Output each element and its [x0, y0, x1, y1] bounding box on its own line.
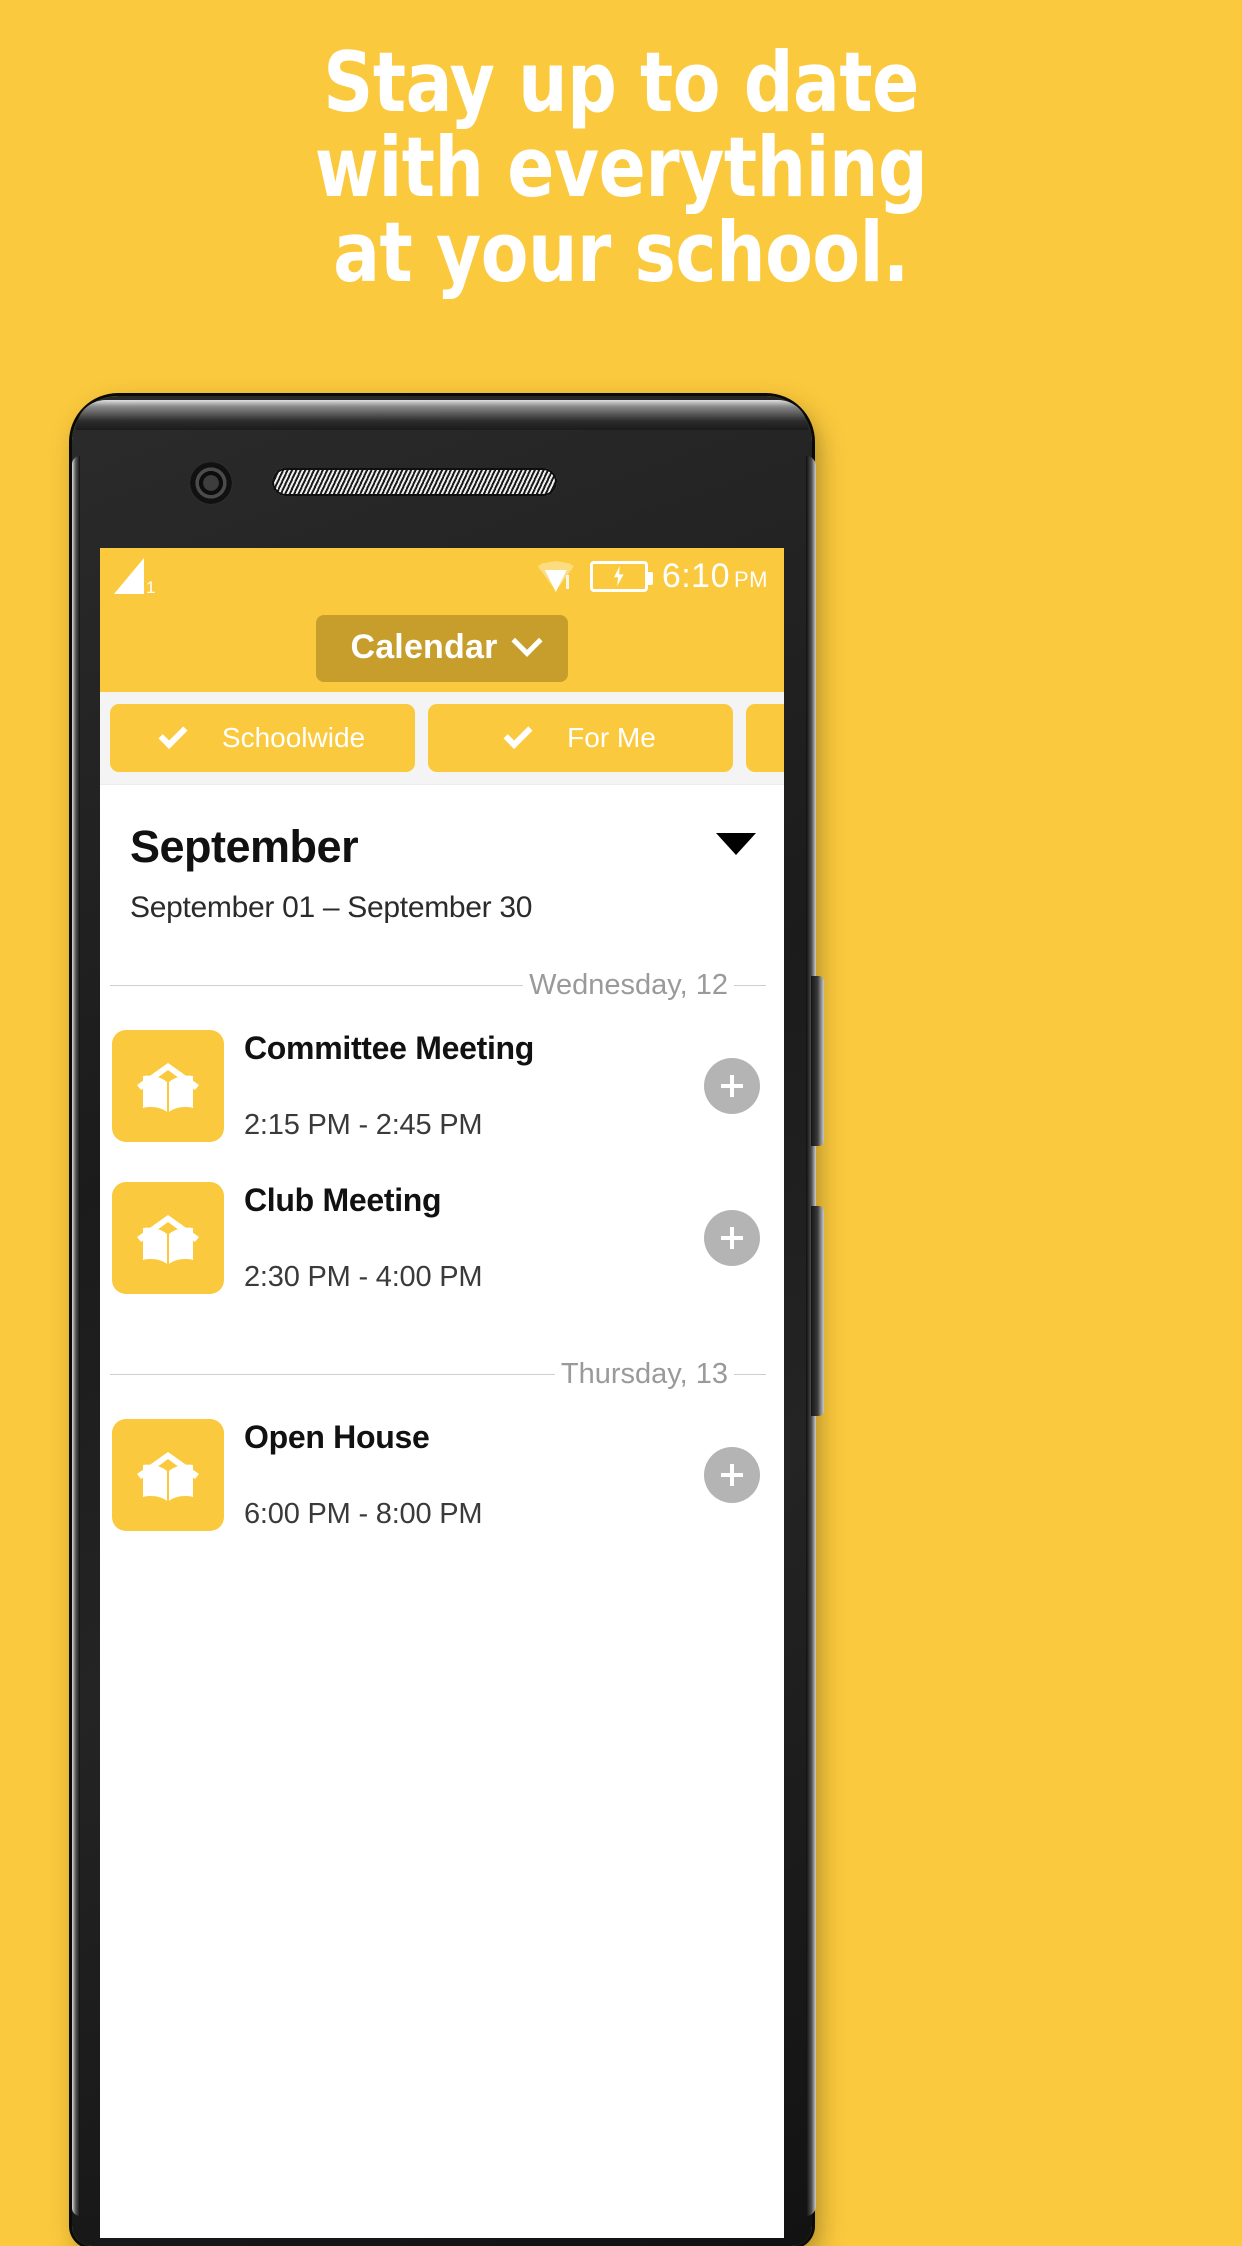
- page-title: September: [130, 821, 359, 872]
- marketing-headline: Stay up to date with everything at your …: [43, 40, 1198, 295]
- sim-slot-label: 1: [146, 578, 156, 597]
- month-date-range: September 01 – September 30: [130, 891, 533, 924]
- day-separator: Wednesday, 12: [110, 969, 766, 1002]
- phone-mockup: 1 6:10 PM Calendar Schoolwide For Me Sep…: [72, 396, 824, 2246]
- separator-line-left: [110, 1374, 555, 1375]
- school-book-icon: [112, 1419, 224, 1531]
- plus-icon[interactable]: [704, 1058, 760, 1114]
- day-separator-label: Wednesday, 12: [529, 969, 728, 1001]
- event-row[interactable]: Club Meeting 2:30 PM - 4:00 PM: [100, 1162, 784, 1314]
- school-book-icon: [112, 1030, 224, 1142]
- filter-chip-schoolwide[interactable]: Schoolwide: [110, 704, 415, 772]
- headline-line-2: with everything: [314, 119, 928, 216]
- event-title: Open House: [244, 1419, 430, 1455]
- charging-bolt-icon: [614, 566, 624, 586]
- headline-line-1: Stay up to date: [323, 34, 919, 131]
- wifi-icon: [536, 559, 576, 593]
- event-row[interactable]: Open House 6:00 PM - 8:00 PM: [100, 1399, 784, 1551]
- check-icon: [158, 719, 188, 749]
- separator-line-right: [734, 1374, 766, 1375]
- app-bar: Calendar: [100, 604, 784, 692]
- headline-line-3: at your school.: [333, 204, 909, 301]
- earpiece-speaker-icon: [272, 468, 557, 496]
- event-body: Open House 6:00 PM - 8:00 PM: [224, 1419, 704, 1531]
- day-separator: Thursday, 13: [110, 1358, 766, 1391]
- event-row[interactable]: Committee Meeting 2:15 PM - 2:45 PM: [100, 1010, 784, 1162]
- event-title: Committee Meeting: [244, 1030, 535, 1066]
- day-separator-label: Thursday, 13: [560, 1358, 728, 1390]
- triangle-down-icon[interactable]: [716, 833, 756, 855]
- calendar-dropdown-button[interactable]: Calendar: [316, 614, 568, 682]
- status-bar-left: 1: [114, 558, 156, 597]
- clock-ampm: PM: [734, 566, 768, 592]
- power-button[interactable]: [811, 1206, 824, 1416]
- separator-line-left: [110, 985, 524, 986]
- check-icon: [503, 719, 533, 749]
- wifi-core: [544, 570, 567, 592]
- phone-screen: 1 6:10 PM Calendar Schoolwide For Me Sep…: [100, 548, 784, 2238]
- phone-left-edge: [72, 456, 80, 2216]
- phone-top-bezel-highlight: [76, 400, 808, 430]
- event-body: Committee Meeting 2:15 PM - 2:45 PM: [224, 1030, 704, 1142]
- wifi-indicator-dot: [565, 575, 569, 589]
- filter-chip-label: Schoolwide: [221, 722, 366, 753]
- plus-icon[interactable]: [704, 1210, 760, 1266]
- filter-chip-label: For Me: [567, 722, 656, 753]
- filter-chip-row[interactable]: Schoolwide For Me: [100, 692, 784, 785]
- plus-icon[interactable]: [704, 1447, 760, 1503]
- event-time: 6:00 PM - 8:00 PM: [244, 1498, 483, 1530]
- month-header: September September 01 – September 30: [100, 785, 784, 925]
- filter-chip-overflow[interactable]: [746, 704, 784, 772]
- event-body: Club Meeting 2:30 PM - 4:00 PM: [224, 1182, 704, 1294]
- event-time: 2:15 PM - 2:45 PM: [244, 1109, 483, 1141]
- school-book-icon: [112, 1182, 224, 1294]
- volume-button[interactable]: [811, 976, 824, 1146]
- status-bar: 1 6:10 PM: [100, 548, 784, 604]
- cellular-signal-icon: [114, 558, 144, 594]
- status-bar-right: 6:10 PM: [536, 557, 768, 596]
- status-bar-clock: 6:10 PM: [662, 557, 768, 596]
- chevron-down-icon: [510, 625, 543, 657]
- separator-line-right: [734, 985, 766, 986]
- battery-charging-icon: [589, 560, 653, 592]
- front-camera-icon: [190, 462, 232, 504]
- event-time: 2:30 PM - 4:00 PM: [244, 1261, 483, 1293]
- clock-time: 6:10: [661, 556, 730, 595]
- calendar-dropdown-label: Calendar: [350, 627, 498, 666]
- event-title: Club Meeting: [244, 1182, 442, 1218]
- filter-chip-for-me[interactable]: For Me: [428, 704, 733, 772]
